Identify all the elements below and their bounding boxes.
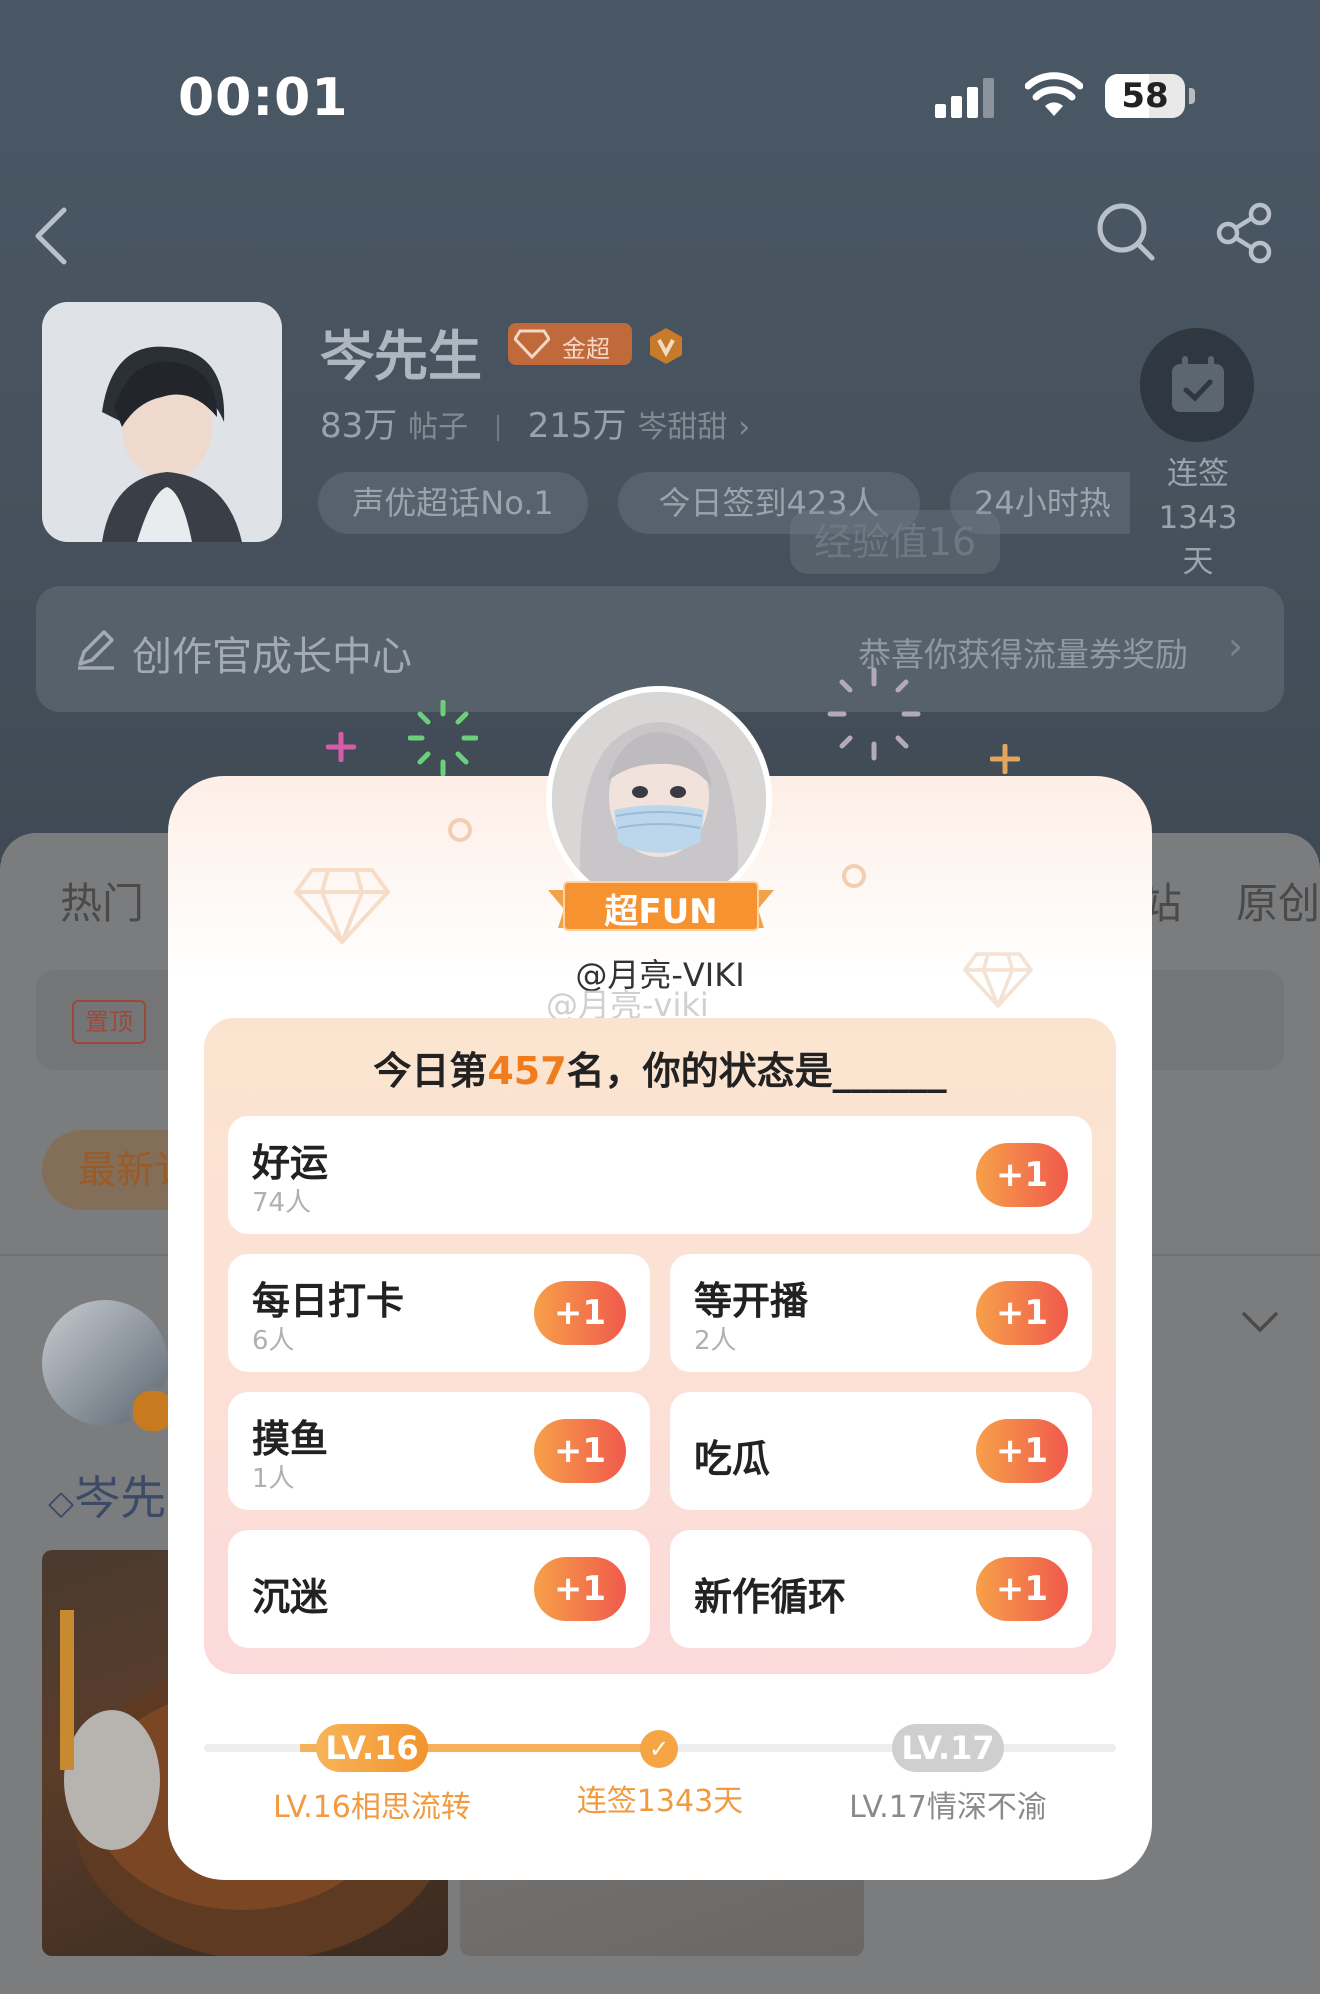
option-card[interactable]: 沉迷 +1 bbox=[228, 1530, 650, 1648]
option-count: 6人 bbox=[252, 1326, 295, 1356]
topic-title: 岑先生 bbox=[320, 325, 482, 388]
verified-icon bbox=[650, 328, 682, 364]
diamond-watermark-icon bbox=[963, 952, 1033, 1008]
calendar-check-icon bbox=[1172, 356, 1224, 412]
sparkle-burst-icon bbox=[408, 700, 478, 776]
option-card[interactable]: 新作循环 +1 bbox=[670, 1530, 1092, 1648]
plus-one-button[interactable]: +1 bbox=[534, 1281, 626, 1345]
decor-ring bbox=[448, 818, 472, 842]
posts-label: 帖子 bbox=[408, 410, 469, 445]
wifi-icon bbox=[1025, 72, 1083, 116]
plus-one-button[interactable]: +1 bbox=[534, 1419, 626, 1483]
chevron-right-icon: › bbox=[738, 410, 751, 445]
option-label: 新作循环 bbox=[694, 1575, 847, 1619]
back-icon[interactable] bbox=[30, 206, 74, 266]
cellular-signal-icon bbox=[935, 78, 994, 118]
sparkle-plus-icon bbox=[990, 744, 1020, 774]
tag-chip-rank[interactable]: 声优超话No.1 bbox=[318, 472, 588, 534]
post-author-name[interactable]: ◇岑先 bbox=[48, 1462, 166, 1528]
poll-question: 今日第457名，你的状态是______ bbox=[204, 1040, 1116, 1095]
growth-center-title: 创作官成长中心 bbox=[132, 634, 412, 680]
chevron-right-icon: › bbox=[1228, 624, 1244, 668]
diamond-watermark-icon bbox=[294, 868, 390, 944]
ribbon-label: 超FUN bbox=[604, 892, 718, 932]
gold-super-badge: 金超 bbox=[508, 323, 632, 365]
option-count: 1人 bbox=[252, 1464, 295, 1494]
topic-stats: 83万 帖子 215万 岑甜甜 › bbox=[320, 398, 750, 447]
exp-toast: 经验值16 bbox=[790, 510, 1000, 574]
sign-in-button[interactable] bbox=[1140, 328, 1254, 442]
sign-streak: 连签 1343天 bbox=[1148, 452, 1248, 584]
sparkle-plus-icon bbox=[326, 732, 356, 762]
posts-count: 83万 bbox=[320, 406, 398, 446]
decor-ring bbox=[842, 864, 866, 888]
option-card[interactable]: 好运 74人 +1 bbox=[228, 1116, 1092, 1234]
battery-icon: 58 bbox=[1105, 74, 1195, 118]
streak-check-icon: ✓ bbox=[640, 1730, 678, 1768]
option-card[interactable]: 摸鱼 1人 +1 bbox=[228, 1392, 650, 1510]
option-label: 每日打卡 bbox=[252, 1279, 405, 1323]
option-label: 摸鱼 bbox=[252, 1417, 329, 1461]
sign-label: 连签 bbox=[1167, 456, 1229, 492]
current-level-caption: LV.16相思流转 bbox=[273, 1790, 471, 1825]
option-label: 吃瓜 bbox=[694, 1437, 771, 1481]
badge-label: 金超 bbox=[562, 335, 610, 363]
plus-one-button[interactable]: +1 bbox=[976, 1419, 1068, 1483]
plus-one-button[interactable]: +1 bbox=[976, 1557, 1068, 1621]
option-label: 沉迷 bbox=[252, 1575, 329, 1619]
status-time: 00:01 bbox=[178, 68, 349, 128]
option-count: 74人 bbox=[252, 1188, 312, 1218]
option-count: 2人 bbox=[694, 1326, 737, 1356]
fans-link[interactable]: 岑甜甜 bbox=[637, 410, 727, 445]
plus-one-button[interactable]: +1 bbox=[976, 1143, 1068, 1207]
streak-caption: 连签1343天 bbox=[576, 1784, 744, 1819]
fans-count: 215万 bbox=[527, 406, 627, 446]
sign-days: 1343天 bbox=[1158, 500, 1238, 580]
rank-number: 457 bbox=[487, 1049, 567, 1093]
plus-one-button[interactable]: +1 bbox=[976, 1281, 1068, 1345]
option-card[interactable]: 每日打卡 6人 +1 bbox=[228, 1254, 650, 1372]
topic-avatar[interactable] bbox=[42, 302, 282, 542]
diamond-icon: ◇ bbox=[48, 1483, 75, 1523]
current-level-badge: LV.16 bbox=[316, 1724, 428, 1772]
question-prefix: 今日第 bbox=[373, 1049, 488, 1093]
tab-original[interactable]: 原创 bbox=[1236, 870, 1320, 931]
next-level-caption: LV.17情深不渝 bbox=[849, 1790, 1047, 1825]
option-card[interactable]: 等开播 2人 +1 bbox=[670, 1254, 1092, 1372]
sparkle-burst-icon bbox=[827, 667, 921, 761]
diamond-icon bbox=[514, 329, 550, 359]
battery-level: 58 bbox=[1121, 76, 1169, 116]
tab-hot[interactable]: 热门 bbox=[60, 870, 144, 931]
plus-one-button[interactable]: +1 bbox=[534, 1557, 626, 1621]
author-name-text: 岑先 bbox=[74, 1471, 167, 1525]
share-icon[interactable] bbox=[1214, 202, 1276, 264]
option-card[interactable]: 吃瓜 +1 bbox=[670, 1392, 1092, 1510]
pin-badge: 置顶 bbox=[72, 1000, 146, 1044]
option-label: 等开播 bbox=[694, 1279, 809, 1323]
creator-pen-icon bbox=[78, 630, 114, 670]
option-label: 好运 bbox=[252, 1141, 329, 1185]
search-icon[interactable] bbox=[1094, 200, 1158, 264]
question-suffix: 名，你的状态是______ bbox=[566, 1049, 947, 1093]
next-level-badge: LV.17 bbox=[892, 1724, 1004, 1772]
chevron-down-icon[interactable] bbox=[1240, 1310, 1280, 1334]
